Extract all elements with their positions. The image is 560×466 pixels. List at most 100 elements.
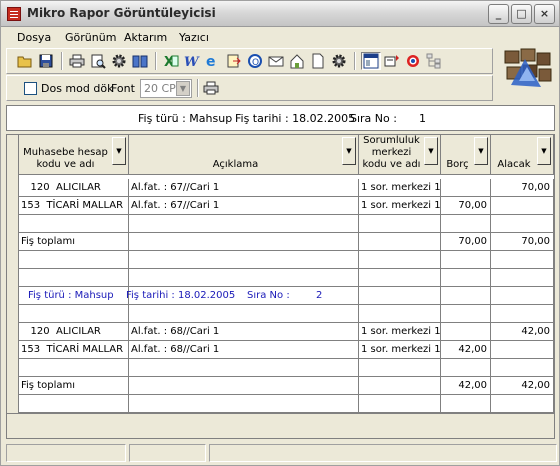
voucher-type: Fiş türü : Mahsup (138, 112, 233, 125)
table-cell (19, 251, 129, 269)
table-cell: 1 sor. merkezi 1 (359, 323, 441, 341)
font-select-value: 20 CPI (144, 82, 180, 95)
font-select[interactable]: 20 CPI ▼ (140, 79, 192, 98)
column-filter-chevron-icon[interactable]: ▼ (342, 137, 356, 165)
table-row[interactable] (19, 251, 554, 269)
table-row[interactable] (19, 395, 554, 413)
subheader-voucher-date: Fiş tarihi : 18.02.2005 (126, 290, 236, 301)
settings-gear-icon[interactable] (109, 52, 129, 70)
column-header-cost-center[interactable]: Sorumluluk merkezi kodu ve adı ▼ (359, 135, 441, 175)
column-label: Açıklama (212, 159, 259, 170)
column-filter-chevron-icon[interactable]: ▼ (424, 137, 438, 165)
table-row[interactable]: Fiş toplamı 42,00 42,00 (19, 377, 554, 395)
mail-icon[interactable] (266, 52, 286, 70)
close-button[interactable]: × (534, 4, 555, 24)
table-cell (491, 197, 554, 215)
table-cell (19, 305, 129, 323)
printer-icon[interactable] (201, 79, 221, 97)
table-cell (441, 179, 491, 197)
table-cell: Al.fat. : 67//Cari 1 (129, 179, 359, 197)
column-filter-chevron-icon[interactable]: ▼ (474, 137, 488, 165)
menu-dosya[interactable]: Dosya (17, 31, 51, 44)
report-grid[interactable]: Muhasebe hesap kodu ve adı ▼ Açıklama ▼ … (6, 134, 555, 439)
table-cell: 42,00 (441, 341, 491, 359)
print-preview-icon[interactable] (88, 52, 108, 70)
chevron-down-icon[interactable]: ▼ (176, 81, 190, 96)
tree-icon[interactable] (424, 52, 444, 70)
menu-gorunum[interactable]: Görünüm (65, 31, 116, 44)
table-cell (359, 377, 441, 395)
toolbar-separator (155, 52, 157, 70)
color-icon[interactable] (403, 52, 423, 70)
report-icon[interactable] (382, 52, 402, 70)
column-header-account[interactable]: Muhasebe hesap kodu ve adı ▼ (19, 135, 129, 175)
table-cell: 70,00 (441, 197, 491, 215)
minimize-button[interactable]: _ (488, 4, 509, 24)
html-icon[interactable] (287, 52, 307, 70)
table-cell (441, 395, 491, 413)
table-cell (129, 305, 359, 323)
title-bar[interactable]: Mikro Rapor Görüntüleyicisi _ □ × (1, 1, 559, 27)
grid-footer (7, 413, 554, 438)
table-cell (441, 323, 491, 341)
print-icon[interactable] (67, 52, 87, 70)
table-row[interactable]: 153 TİCARİ MALLAR Al.fat. : 67//Cari 11 s… (19, 197, 554, 215)
maximize-button[interactable]: □ (511, 4, 532, 24)
table-row[interactable]: 120 ALICILAR Al.fat. : 68//Cari 11 sor. m… (19, 323, 554, 341)
table-cell: 70,00 (441, 233, 491, 251)
table-cell (129, 395, 359, 413)
table-cell (441, 287, 491, 305)
status-panel (209, 444, 557, 462)
table-cell (359, 215, 441, 233)
grid-view-icon[interactable] (361, 52, 381, 70)
save-icon[interactable] (36, 52, 56, 70)
internet-explorer-icon[interactable]: e (203, 52, 223, 70)
book-icon[interactable] (130, 52, 150, 70)
table-cell (491, 269, 554, 287)
dos-mode-checkbox[interactable] (24, 82, 37, 95)
table-row[interactable] (19, 359, 554, 377)
table-row[interactable] (19, 305, 554, 323)
table-cell (491, 215, 554, 233)
table-row[interactable] (19, 215, 554, 233)
table-cell (19, 215, 129, 233)
excel-icon[interactable]: X (161, 52, 181, 70)
column-label: Alacak (497, 159, 531, 170)
svg-text:W: W (184, 55, 200, 69)
column-filter-chevron-icon[interactable]: ▼ (537, 137, 551, 165)
word-icon[interactable]: W (182, 52, 202, 70)
table-row[interactable]: 153 TİCARİ MALLAR Al.fat. : 68//Cari 11 s… (19, 341, 554, 359)
table-cell: Fiş toplamı (19, 233, 129, 251)
table-cell: Al.fat. : 68//Cari 1 (129, 341, 359, 359)
secondary-toolbar: Dos mod dök Font 20 CPI ▼ (6, 75, 493, 101)
table-row[interactable]: Fiş toplamı 70,00 70,00 (19, 233, 554, 251)
subheader-voucher-type: Fiş türü : Mahsup (28, 290, 114, 301)
table-cell: 42,00 (491, 377, 554, 395)
row-gutter (7, 135, 19, 413)
column-header-credit[interactable]: Alacak ▼ (491, 135, 554, 175)
table-cell (19, 359, 129, 377)
table-cell: 153 TİCARİ MALLAR (19, 197, 129, 215)
sequence-label: Sıra No : (350, 112, 397, 125)
table-row[interactable] (19, 269, 554, 287)
column-header-description[interactable]: Açıklama ▼ (129, 135, 359, 175)
app-icon (7, 7, 21, 21)
menu-aktarim[interactable]: Aktarım (124, 31, 167, 44)
table-cell: 120 ALICILAR (19, 323, 129, 341)
document-icon[interactable] (308, 52, 328, 70)
toolbar-separator (61, 52, 63, 70)
menu-yazici[interactable]: Yazıcı (179, 31, 209, 44)
table-cell (359, 269, 441, 287)
outlook-icon[interactable]: O (245, 52, 265, 70)
column-label: Muhasebe hesap kodu ve adı (23, 147, 108, 170)
svg-text:e: e (206, 54, 216, 69)
open-folder-icon[interactable] (15, 52, 35, 70)
settings-icon[interactable] (329, 52, 349, 70)
table-row[interactable]: 120 ALICILAR Al.fat. : 67//Cari 11 sor. m… (19, 179, 554, 197)
column-filter-chevron-icon[interactable]: ▼ (112, 137, 126, 165)
column-header-debit[interactable]: Borç ▼ (441, 135, 491, 175)
table-cell (359, 359, 441, 377)
table-cell: 120 ALICILAR (19, 179, 129, 197)
table-cell: 42,00 (441, 377, 491, 395)
export-icon[interactable] (224, 52, 244, 70)
